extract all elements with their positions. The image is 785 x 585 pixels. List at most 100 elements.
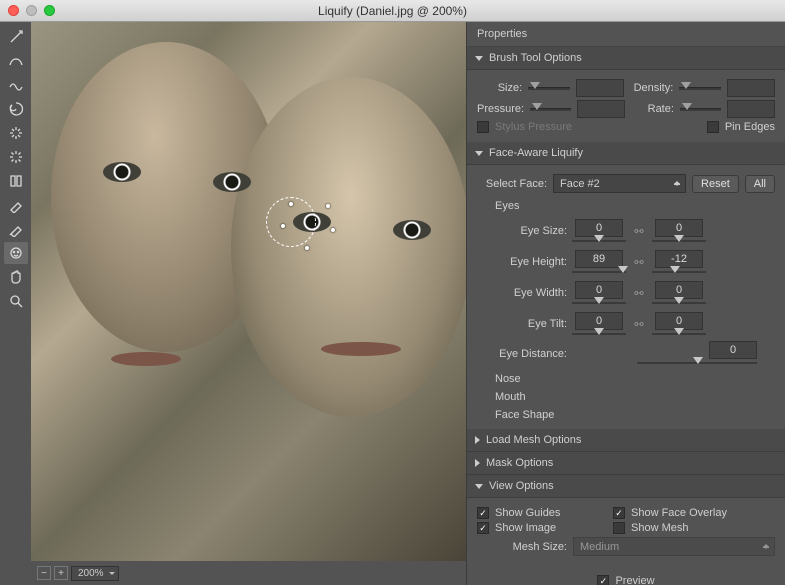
pin-edges-checkbox[interactable]: Pin Edges — [707, 121, 775, 133]
face-marker[interactable] — [281, 224, 285, 228]
zoom-tool[interactable] — [4, 290, 28, 312]
size-field[interactable] — [576, 79, 624, 97]
link-icon[interactable]: ⚯ — [631, 310, 647, 338]
eye-width-left-slider[interactable] — [572, 300, 626, 306]
eye-width-right-slider[interactable] — [652, 300, 706, 306]
eye-height-left-slider[interactable] — [572, 269, 626, 275]
select-face-dropdown[interactable]: Face #2 — [553, 174, 686, 193]
face-marker[interactable] — [331, 228, 335, 232]
checkbox-label: Show Mesh — [631, 522, 688, 534]
pressure-label: Pressure: — [477, 103, 524, 115]
image-content — [111, 352, 181, 366]
show-guides-checkbox[interactable]: ✓Show Guides — [477, 507, 607, 519]
push-left-tool[interactable] — [4, 170, 28, 192]
nose-header[interactable]: Nose — [477, 369, 775, 387]
reset-all-button[interactable]: All — [745, 175, 775, 193]
preview-checkbox[interactable]: ✓Preview — [597, 575, 654, 585]
face-marker[interactable] — [305, 246, 309, 250]
eye-tilt-left-slider[interactable] — [572, 331, 626, 337]
face-tool[interactable] — [4, 242, 28, 264]
zoom-value: 200% — [78, 568, 104, 579]
preview-canvas[interactable] — [31, 22, 466, 561]
show-mesh-checkbox[interactable]: Show Mesh — [613, 522, 688, 534]
eye-distance-field[interactable] — [709, 341, 757, 359]
dropdown-value: Face #2 — [560, 178, 600, 190]
freeze-mask-tool[interactable] — [4, 194, 28, 216]
twirl-tool[interactable] — [4, 98, 28, 120]
section-label: Face-Aware Liquify — [489, 147, 583, 159]
hand-tool[interactable] — [4, 266, 28, 288]
window-titlebar: Liquify (Daniel.jpg @ 200%) — [0, 0, 785, 22]
checkbox-label: Show Image — [495, 522, 556, 534]
mesh-size-dropdown: Medium — [573, 537, 775, 556]
link-icon[interactable]: ⚯ — [631, 248, 647, 276]
pressure-slider[interactable] — [530, 106, 571, 112]
subsection-label: Mouth — [495, 391, 526, 403]
face-marker[interactable] — [326, 204, 330, 208]
face-marker[interactable] — [289, 202, 293, 206]
view-options-header[interactable]: View Options — [467, 475, 785, 498]
mouth-header[interactable]: Mouth — [477, 387, 775, 405]
zoom-in-button[interactable]: + — [54, 566, 68, 580]
size-slider[interactable] — [528, 85, 570, 91]
section-label: View Options — [489, 480, 554, 492]
eye-height-right-slider[interactable] — [652, 269, 706, 275]
reconstruct-tool[interactable] — [4, 50, 28, 72]
panel-footer: ✓Preview Default OK — [467, 565, 785, 585]
mask-options-header[interactable]: Mask Options — [467, 452, 785, 475]
smooth-tool[interactable] — [4, 74, 28, 96]
section-label: Mask Options — [486, 457, 553, 469]
image-content — [393, 220, 431, 240]
show-face-overlay-checkbox[interactable]: ✓Show Face Overlay — [613, 507, 727, 519]
image-content — [321, 342, 401, 356]
zoom-out-button[interactable]: − — [37, 566, 51, 580]
zoom-select[interactable]: 200% — [71, 566, 119, 581]
brush-options-header[interactable]: Brush Tool Options — [467, 47, 785, 70]
size-label: Size: — [477, 82, 522, 94]
density-slider[interactable] — [679, 85, 721, 91]
checkbox-label: Show Guides — [495, 507, 560, 519]
brush-options-body: Size: Density: Pressure: Rate: Stylus Pr… — [467, 70, 785, 142]
subsection-label: Face Shape — [495, 409, 554, 421]
load-mesh-header[interactable]: Load Mesh Options — [467, 429, 785, 452]
face-aware-header[interactable]: Face-Aware Liquify — [467, 142, 785, 165]
face-shape-header[interactable]: Face Shape — [477, 405, 775, 423]
eye-distance-slider[interactable] — [637, 360, 757, 366]
reset-face-button[interactable]: Reset — [692, 175, 739, 193]
disclosure-right-icon — [475, 459, 480, 467]
image-content — [103, 162, 141, 182]
section-label: Load Mesh Options — [486, 434, 581, 446]
bloat-tool[interactable] — [4, 146, 28, 168]
rate-field[interactable] — [727, 100, 775, 118]
link-icon[interactable]: ⚯ — [631, 217, 647, 245]
pucker-tool[interactable] — [4, 122, 28, 144]
face-aware-body: Select Face: Face #2 Reset All Eyes Eye … — [467, 165, 785, 429]
eye-size-left-slider[interactable] — [572, 238, 626, 244]
checkbox-label: Show Face Overlay — [631, 507, 727, 519]
eye-height-label: Eye Height: — [481, 256, 567, 268]
eye-size-label: Eye Size: — [481, 225, 567, 237]
eye-size-right-slider[interactable] — [652, 238, 706, 244]
checkbox-label: Preview — [615, 575, 654, 585]
density-field[interactable] — [727, 79, 775, 97]
thaw-mask-tool[interactable] — [4, 218, 28, 240]
disclosure-down-icon — [475, 56, 483, 61]
image-content — [231, 77, 466, 417]
eye-width-label: Eye Width: — [481, 287, 567, 299]
eye-tilt-right-slider[interactable] — [652, 331, 706, 337]
forward-warp-tool[interactable] — [4, 26, 28, 48]
disclosure-right-icon — [475, 436, 480, 444]
checkbox-label: Pin Edges — [725, 121, 775, 133]
eyes-header[interactable]: Eyes — [477, 196, 775, 214]
eye-distance-label: Eye Distance: — [481, 348, 567, 360]
eye-height-left-field[interactable] — [575, 250, 623, 268]
rate-slider[interactable] — [680, 106, 721, 112]
window-title: Liquify (Daniel.jpg @ 200%) — [0, 4, 785, 18]
view-options-body: ✓Show Guides ✓Show Face Overlay ✓Show Im… — [467, 498, 785, 565]
disclosure-down-icon — [475, 484, 483, 489]
eyes-controls: Eye Size: ⚯ Eye Height: ⚯ Eye Width: ⚯ — [477, 217, 775, 366]
show-image-checkbox[interactable]: ✓Show Image — [477, 522, 607, 534]
pressure-field[interactable] — [577, 100, 625, 118]
link-icon[interactable]: ⚯ — [631, 279, 647, 307]
stylus-pressure-checkbox: Stylus Pressure — [477, 121, 572, 133]
